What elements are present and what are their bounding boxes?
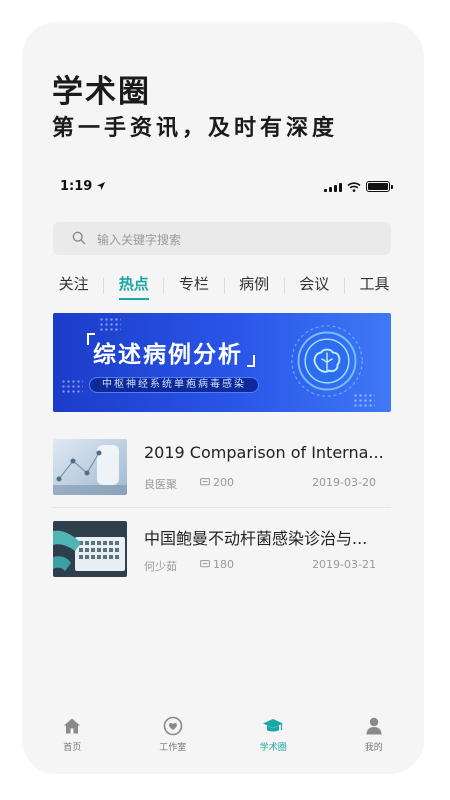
promo-banner[interactable]: 综述病例分析 中枢神经系统单疱病毒感染 <box>53 313 391 412</box>
hero-title: 学术圈 <box>52 74 151 110</box>
category-tabs: 关注 热点 专栏 病例 会议 工具 <box>44 272 404 300</box>
nav-label: 工作室 <box>159 743 187 753</box>
banner-subtitle: 中枢神经系统单疱病毒感染 <box>89 377 259 393</box>
comment-count: 180 <box>213 558 234 571</box>
nav-academic[interactable]: 学术圈 <box>223 710 324 760</box>
tab-follow[interactable]: 关注 <box>44 272 103 300</box>
brain-icon <box>291 325 363 397</box>
article-thumbnail <box>53 439 127 495</box>
tab-column[interactable]: 专栏 <box>164 272 223 300</box>
nav-label: 学术圈 <box>259 743 287 753</box>
location-arrow-icon <box>96 182 105 190</box>
status-bar: 1:19 <box>60 178 393 198</box>
nav-label: 我的 <box>364 743 383 753</box>
graduation-cap-icon <box>263 719 284 732</box>
nav-mine[interactable]: 我的 <box>324 710 425 760</box>
bottom-navigation: 首页 工作室 学术圈 我的 <box>22 710 424 760</box>
tab-meetings[interactable]: 会议 <box>285 272 344 300</box>
article-date: 2019-03-20 <box>312 476 376 489</box>
article-list-item[interactable]: 中国鲍曼不动杆菌感染诊治与... 何少茹 180 2019-03-21 <box>53 521 391 577</box>
comment-icon <box>200 478 210 486</box>
status-time: 1:19 <box>60 179 105 194</box>
article-list-item[interactable]: 2019 Comparison of Interna... 良医聚 200 20… <box>53 439 391 495</box>
article-title: 2019 Comparison of Interna... <box>144 443 384 462</box>
home-icon <box>64 718 81 734</box>
banner-title: 综述病例分析 <box>93 342 243 368</box>
tab-cases[interactable]: 病例 <box>225 272 284 300</box>
wifi-icon <box>347 181 361 192</box>
search-icon <box>72 231 86 245</box>
nav-studio[interactable]: 工作室 <box>123 710 224 760</box>
nav-label: 首页 <box>63 743 82 753</box>
banner-bracket-right <box>247 355 255 367</box>
heart-chat-icon <box>163 716 183 736</box>
search-placeholder: 输入关键字搜索 <box>97 233 182 247</box>
article-author: 良医聚 <box>144 478 177 491</box>
search-bar[interactable]: 输入关键字搜索 <box>53 222 391 255</box>
battery-icon <box>366 181 393 192</box>
article-comments: 200 <box>200 476 234 489</box>
nav-home[interactable]: 首页 <box>22 710 123 760</box>
banner-dot-pattern <box>61 379 83 393</box>
article-date: 2019-03-21 <box>312 558 376 571</box>
article-thumbnail <box>53 521 127 577</box>
comment-icon <box>200 560 210 568</box>
article-title: 中国鲍曼不动杆菌感染诊治与... <box>144 529 368 548</box>
promo-card: 学术圈 第一手资讯，及时有深度 1:19 输入关键字搜索 关注 热点 专栏 病例… <box>22 22 424 774</box>
article-author: 何少茹 <box>144 560 177 573</box>
tab-hot[interactable]: 热点 <box>104 272 163 300</box>
tab-tools[interactable]: 工具 <box>345 272 404 300</box>
banner-dot-pattern <box>99 317 121 331</box>
list-divider <box>53 507 391 508</box>
comment-count: 200 <box>213 476 234 489</box>
user-icon <box>366 717 382 735</box>
hero-subtitle: 第一手资讯，及时有深度 <box>52 116 339 141</box>
cellular-signal-icon <box>324 182 342 192</box>
article-comments: 180 <box>200 558 234 571</box>
